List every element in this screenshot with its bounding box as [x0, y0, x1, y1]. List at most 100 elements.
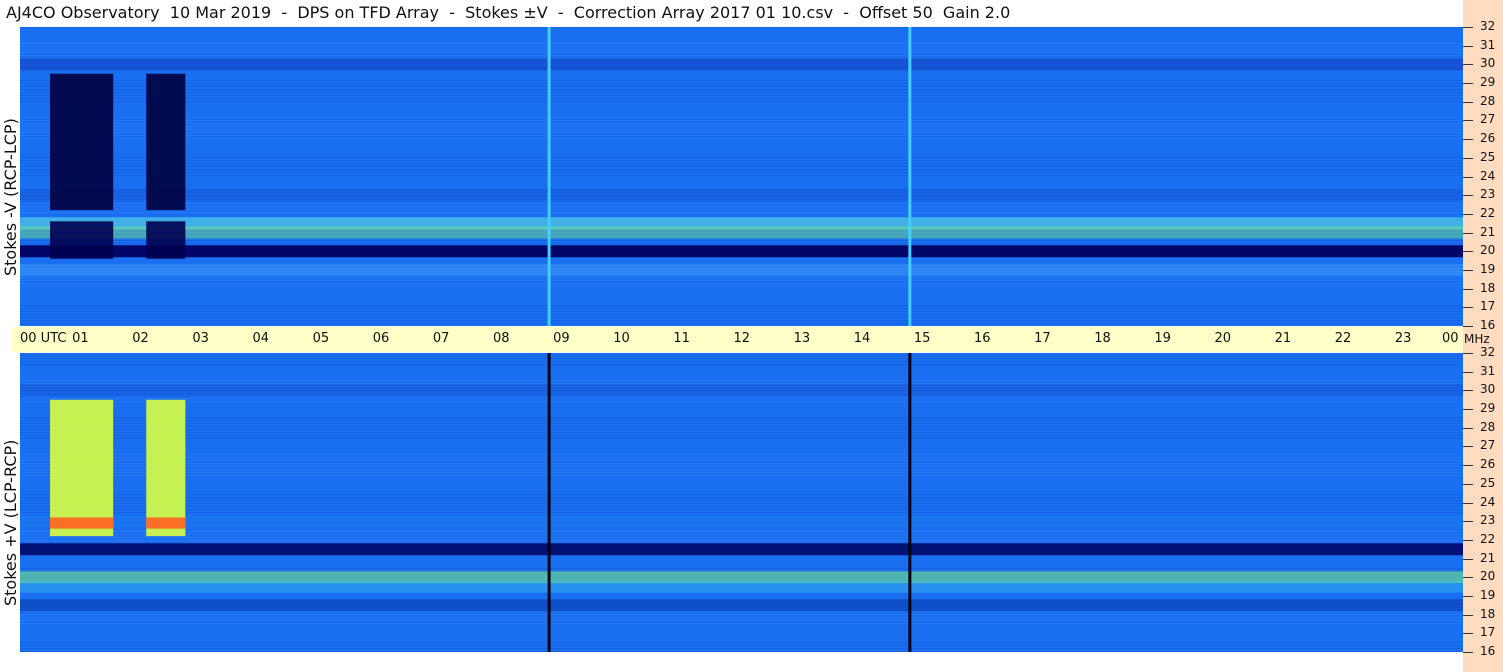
- frequency-tick-label: 24: [1480, 494, 1496, 509]
- heatmap-texture-line: [20, 620, 1463, 621]
- frequency-tick-label: 19: [1480, 587, 1496, 602]
- frequency-tick: [1463, 195, 1473, 197]
- heatmap-texture-line: [20, 420, 1463, 421]
- time-tick-label: 05: [312, 331, 330, 346]
- frequency-tick: [1463, 326, 1473, 327]
- frequency-tick-label: 16: [1480, 318, 1496, 332]
- spectrogram-bottom: [20, 353, 1463, 652]
- time-tick-label: 02: [132, 331, 149, 346]
- heatmap-vline: [547, 27, 551, 326]
- heatmap-texture-line: [20, 494, 1463, 495]
- heatmap-texture-line: [20, 166, 1463, 167]
- heatmap-texture-line: [20, 623, 1463, 624]
- heatmap-texture-line: [20, 531, 1463, 532]
- frequency-tick-label: 29: [1480, 75, 1496, 90]
- frequency-tick: [1463, 633, 1473, 635]
- frequency-tick-label: 29: [1480, 401, 1496, 416]
- frequency-tick-label: 17: [1480, 625, 1496, 640]
- frequency-tick: [1463, 120, 1473, 122]
- heatmap-texture-line: [20, 126, 1463, 127]
- frequency-tick: [1463, 595, 1473, 597]
- time-tick-label: 00: [1442, 331, 1459, 346]
- heatmap-band: [20, 58, 1463, 71]
- heatmap-texture-line: [20, 435, 1463, 436]
- heatmap-texture-line: [20, 429, 1463, 430]
- frequency-tick-label: 20: [1480, 569, 1496, 584]
- heatmap-texture-line: [20, 472, 1463, 473]
- heatmap-texture-line: [20, 466, 1463, 467]
- heatmap-texture-line: [20, 540, 1463, 541]
- time-tick-label: 07: [432, 331, 450, 346]
- heatmap-texture-line: [20, 280, 1463, 281]
- heatmap-texture-line: [20, 417, 1463, 418]
- frequency-tick: [1463, 558, 1473, 560]
- heatmap-texture-line: [20, 240, 1463, 241]
- heatmap-texture-line: [20, 101, 1463, 102]
- spectrogram-top-svg: [20, 27, 1463, 326]
- frequency-tick-label: 28: [1480, 419, 1496, 434]
- heatmap-texture-line: [20, 52, 1463, 53]
- heatmap-texture-line: [20, 123, 1463, 124]
- frequency-tick-label: 26: [1480, 457, 1496, 472]
- frequency-tick: [1463, 652, 1473, 653]
- heatmap-texture-line: [20, 308, 1463, 309]
- heatmap-texture-line: [20, 438, 1463, 439]
- frequency-tick: [1463, 614, 1473, 616]
- heatmap-vline: [908, 27, 912, 326]
- frequency-tick: [1463, 483, 1473, 485]
- heatmap-block: [146, 73, 186, 211]
- heatmap-texture-line: [20, 323, 1463, 324]
- heatmap-texture-line: [20, 163, 1463, 164]
- heatmap-texture-line: [20, 305, 1463, 306]
- frequency-tick: [1463, 307, 1473, 309]
- frequency-tick-label: 26: [1480, 131, 1496, 146]
- heatmap-texture-line: [20, 27, 1463, 28]
- heatmap-texture-line: [20, 463, 1463, 464]
- heatmap-block: [146, 399, 186, 537]
- y-axis-label-bottom: Stokes +V (LCP-RCP): [1, 439, 20, 606]
- frequency-tick: [1463, 446, 1473, 448]
- heatmap-texture-line: [20, 169, 1463, 170]
- heatmap-vline: [547, 353, 551, 652]
- heatmap-texture-line: [20, 645, 1463, 646]
- frequency-tick: [1463, 539, 1473, 541]
- frequency-tick: [1463, 269, 1473, 271]
- frequency-tick-label: 21: [1480, 550, 1496, 565]
- heatmap-texture-line: [20, 46, 1463, 47]
- frequency-tick: [1463, 502, 1473, 504]
- heatmap-texture-line: [20, 95, 1463, 96]
- heatmap-texture-line: [20, 172, 1463, 173]
- time-tick-label: 13: [793, 331, 811, 346]
- heatmap-texture-line: [20, 86, 1463, 87]
- heatmap-texture-line: [20, 129, 1463, 130]
- frequency-tick-label: 22: [1480, 531, 1496, 546]
- heatmap-band: [20, 263, 1463, 276]
- time-tick-label: 08: [493, 331, 510, 346]
- heatmap-texture-line: [20, 89, 1463, 90]
- time-tick-label: 18: [1094, 331, 1111, 346]
- frequency-tick-label: 32: [1480, 19, 1496, 33]
- heatmap-texture-line: [20, 648, 1463, 649]
- frequency-tick-label: 22: [1480, 205, 1496, 220]
- heatmap-texture-line: [20, 537, 1463, 538]
- heatmap-texture-line: [20, 423, 1463, 424]
- time-tick-label: 16: [974, 331, 991, 346]
- chart-title: AJ4CO Observatory 10 Mar 2019 - DPS on T…: [6, 3, 1011, 22]
- time-axis: 00 UTC 01 02 03 04 05 06 07 08 09 10 11 12 13 14 15 16 17…: [12, 327, 1463, 352]
- frequency-tick: [1463, 521, 1473, 523]
- frequency-tick-label: 31: [1480, 363, 1496, 378]
- heatmap-band: [20, 599, 1463, 612]
- heatmap-band: [20, 515, 1463, 528]
- heatmap-block: [50, 221, 114, 259]
- heatmap-band: [20, 226, 1463, 239]
- heatmap-texture-line: [20, 617, 1463, 618]
- frequency-tick-label: 28: [1480, 93, 1496, 108]
- bottom-strip: [0, 652, 1463, 672]
- frequency-tick-label: 30: [1480, 56, 1496, 71]
- heatmap-vline: [908, 353, 912, 652]
- heatmap-band: [20, 384, 1463, 397]
- frequency-tick-label: 25: [1480, 149, 1496, 164]
- y-axis-label-top: Stokes -V (RCP-LCP): [1, 118, 20, 276]
- heatmap-texture-line: [20, 361, 1463, 362]
- time-tick-label: 17: [1034, 331, 1051, 346]
